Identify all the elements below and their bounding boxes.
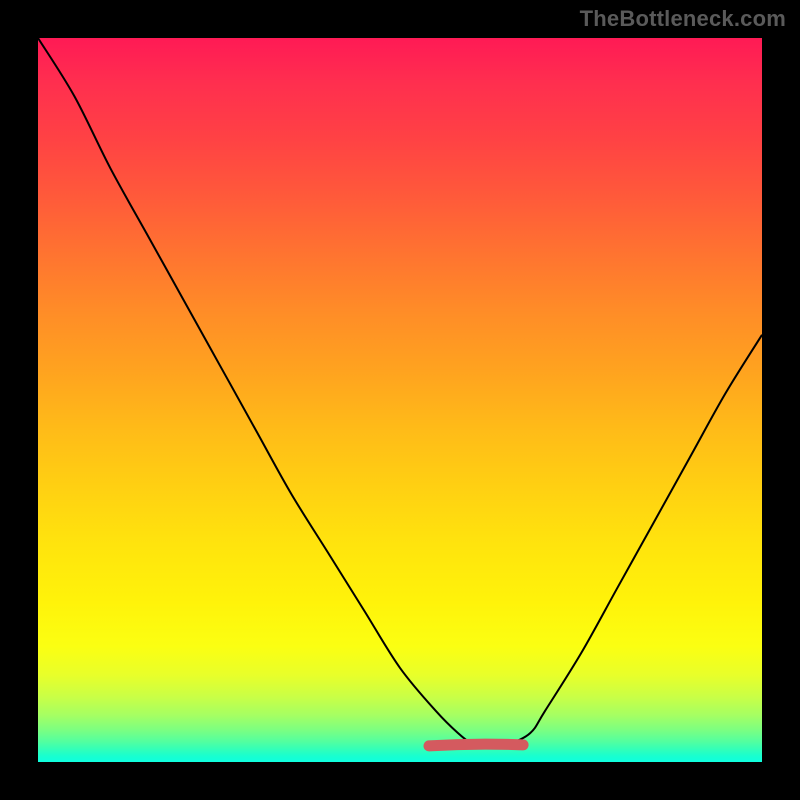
- plot-area: [38, 38, 762, 762]
- watermark-text: TheBottleneck.com: [580, 6, 786, 32]
- bottleneck-curve-svg: [38, 38, 762, 762]
- bottleneck-curve-line: [38, 38, 762, 748]
- chart-frame: TheBottleneck.com: [0, 0, 800, 800]
- minimum-band: [429, 744, 523, 746]
